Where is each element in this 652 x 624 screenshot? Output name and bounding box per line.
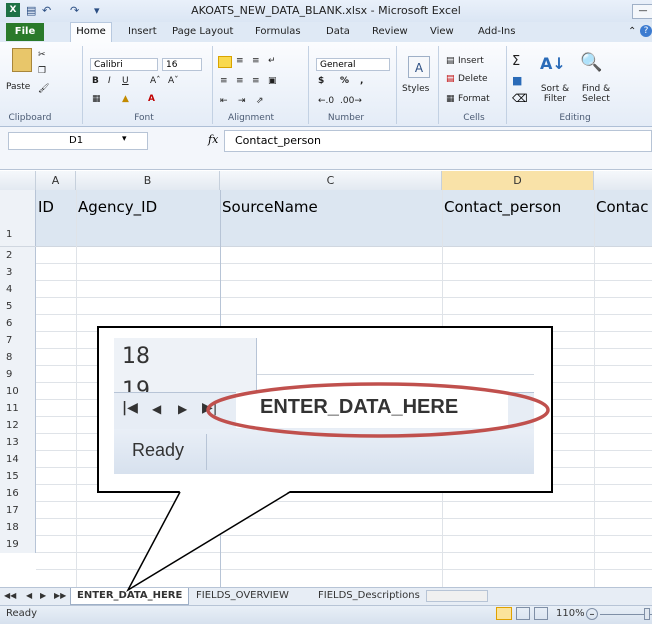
- callout-overlay: [126, 382, 550, 593]
- highlight-ellipse: [206, 382, 550, 438]
